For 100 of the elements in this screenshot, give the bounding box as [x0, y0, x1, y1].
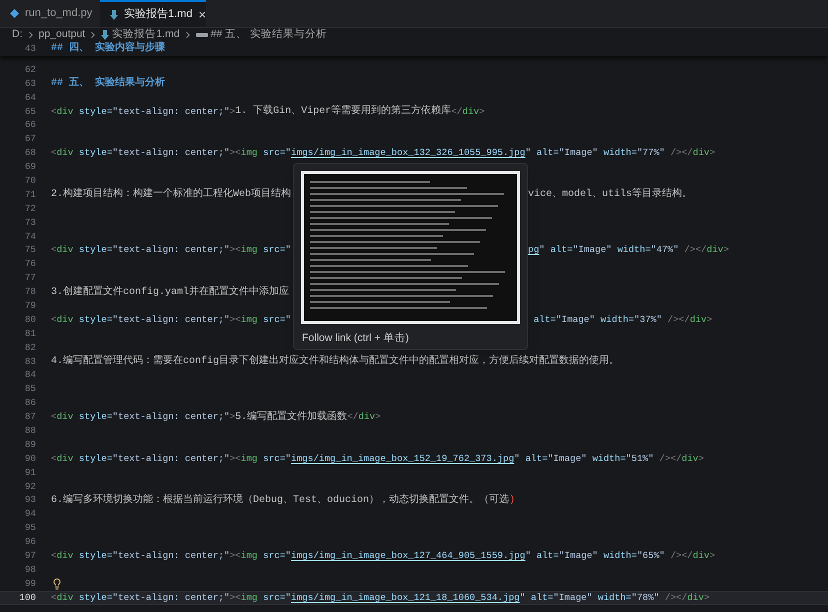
code-token: 6.编写多环境切换功能：根据当前运行环境（Debug、Test、oducion），动态切换配置文件。（可选	[51, 492, 510, 508]
code-token: div	[687, 590, 704, 605]
code-token: >	[230, 410, 236, 424]
breadcrumb-item[interactable]: pp_output	[38, 27, 86, 43]
editor-tab[interactable]: run_to_md.py	[0, 0, 100, 27]
code-token: "text-align: center;"	[112, 312, 230, 327]
code-token: alt=	[524, 452, 548, 466]
code-token: width=	[600, 312, 634, 327]
code-token: ><	[230, 243, 241, 258]
code-token: img	[240, 146, 258, 160]
file-link[interactable]: imgs/img_in_image_box_152_19_762_373.jpg	[291, 452, 514, 466]
line-number: 65	[24, 104, 36, 118]
code-token: vice、model、utils等目录结构。	[528, 187, 692, 202]
code-token: <	[51, 104, 57, 118]
line-number: 79	[24, 299, 36, 313]
code-token: "Image"	[553, 590, 592, 605]
text-symbol-icon	[196, 32, 208, 38]
code-token: alt=	[536, 146, 559, 160]
code-token: >	[706, 312, 712, 327]
code-token: /></	[664, 590, 688, 605]
line-number: 77	[24, 271, 36, 286]
code-token: ><	[230, 312, 241, 327]
line-number: 81	[24, 326, 36, 341]
file-link[interactable]: pg	[528, 243, 540, 258]
code-token: img	[240, 243, 258, 258]
breadcrumb-item[interactable]: 实验报告1.md	[112, 27, 180, 43]
line-number: 100	[18, 590, 36, 605]
line-number: 98	[24, 562, 36, 577]
code-token: "text-align: center;"	[112, 452, 230, 466]
line-number: 66	[24, 118, 36, 132]
tab-label: run_to_md.py	[25, 6, 92, 22]
code-token: alt=	[549, 243, 573, 258]
code-token: ><	[230, 549, 241, 563]
code-token: /></	[683, 243, 707, 258]
line-number: 71	[24, 188, 36, 202]
code-token: div	[692, 146, 710, 160]
code-token: div	[56, 410, 74, 424]
code-token: div	[358, 410, 376, 424]
code-token: "78%"	[631, 590, 660, 605]
code-token: 4.编写配置管理代码：需要在config目录下创建出对应文件和结构体与配置文件中的配置相对应，方便后续对配置数据的使用。	[51, 354, 620, 370]
code-token: "37%"	[634, 312, 662, 327]
line-number: 69	[24, 160, 36, 174]
code-token: "text-align: center;"	[112, 549, 230, 563]
code-token: >	[375, 410, 381, 424]
tab-label: 实验报告1.md	[124, 6, 192, 22]
code-token: style=	[78, 104, 112, 118]
lightbulb-icon[interactable]	[51, 578, 63, 590]
code-token: "	[285, 243, 291, 258]
code-token: div	[692, 549, 710, 563]
code-token: div	[56, 549, 74, 563]
line-number: 64	[24, 90, 36, 105]
markdown-file-icon	[110, 10, 118, 20]
line-number: 91	[24, 466, 36, 480]
line-number: 78	[24, 285, 36, 300]
code-token: width=	[602, 549, 637, 563]
code-token: /></	[658, 452, 682, 466]
code-token: "text-align: center;"	[112, 410, 230, 424]
line-number: 97	[24, 549, 36, 563]
code-token: >	[710, 549, 716, 563]
code-token: img	[240, 312, 258, 327]
code-token: <	[51, 243, 57, 258]
code-token: div	[56, 243, 74, 258]
line-number: 83	[24, 354, 36, 369]
code-token: <	[51, 146, 57, 160]
code-token: div	[56, 104, 74, 118]
code-token: "	[520, 590, 526, 605]
code-token: src=	[262, 590, 286, 605]
code-token: "	[525, 146, 531, 160]
file-link[interactable]: imgs/img_in_image_box_121_18_1060_534.jpg	[291, 590, 520, 605]
editor-tab[interactable]: 实验报告1.md ×	[100, 0, 206, 27]
line-number: 88	[24, 424, 36, 438]
breadcrumb-item[interactable]: D:	[12, 27, 22, 43]
code-token: "text-align: center;"	[112, 243, 230, 258]
code-token: "text-align: center;"	[112, 590, 230, 605]
line-number: 43	[24, 42, 36, 56]
breadcrumb-item[interactable]: ## 五、 实验结果与分析	[210, 27, 328, 43]
code-token: "	[285, 549, 291, 563]
code-token: alt=	[536, 549, 559, 563]
close-button[interactable]: ×	[198, 4, 206, 24]
follow-link-hint[interactable]: Follow link (ctrl + 单击)	[294, 324, 527, 347]
code-token: <	[51, 549, 57, 563]
line-number: 70	[24, 174, 36, 188]
line-number: 72	[24, 202, 36, 216]
code-token: "Image"	[556, 312, 595, 327]
file-link[interactable]: imgs/img_in_image_box_132_326_1055_995.jpg	[291, 146, 526, 160]
line-number: 96	[24, 535, 36, 550]
code-token: ><	[230, 452, 241, 466]
code-token: >	[230, 104, 236, 118]
file-link[interactable]: imgs/img_in_image_box_127_464_905_1559.jpg	[291, 549, 526, 563]
line-number: 63	[24, 76, 36, 91]
code-token: style=	[78, 590, 112, 605]
code-token: >	[723, 243, 729, 258]
code-token: style=	[78, 146, 112, 160]
code-token: <	[51, 312, 57, 327]
code-token: >	[479, 104, 485, 118]
code-token: img	[240, 549, 258, 563]
code-token: </	[347, 410, 358, 424]
line-number: 80	[24, 312, 36, 327]
code-token: "text-align: center;"	[112, 146, 230, 160]
code-token: style=	[78, 452, 112, 466]
